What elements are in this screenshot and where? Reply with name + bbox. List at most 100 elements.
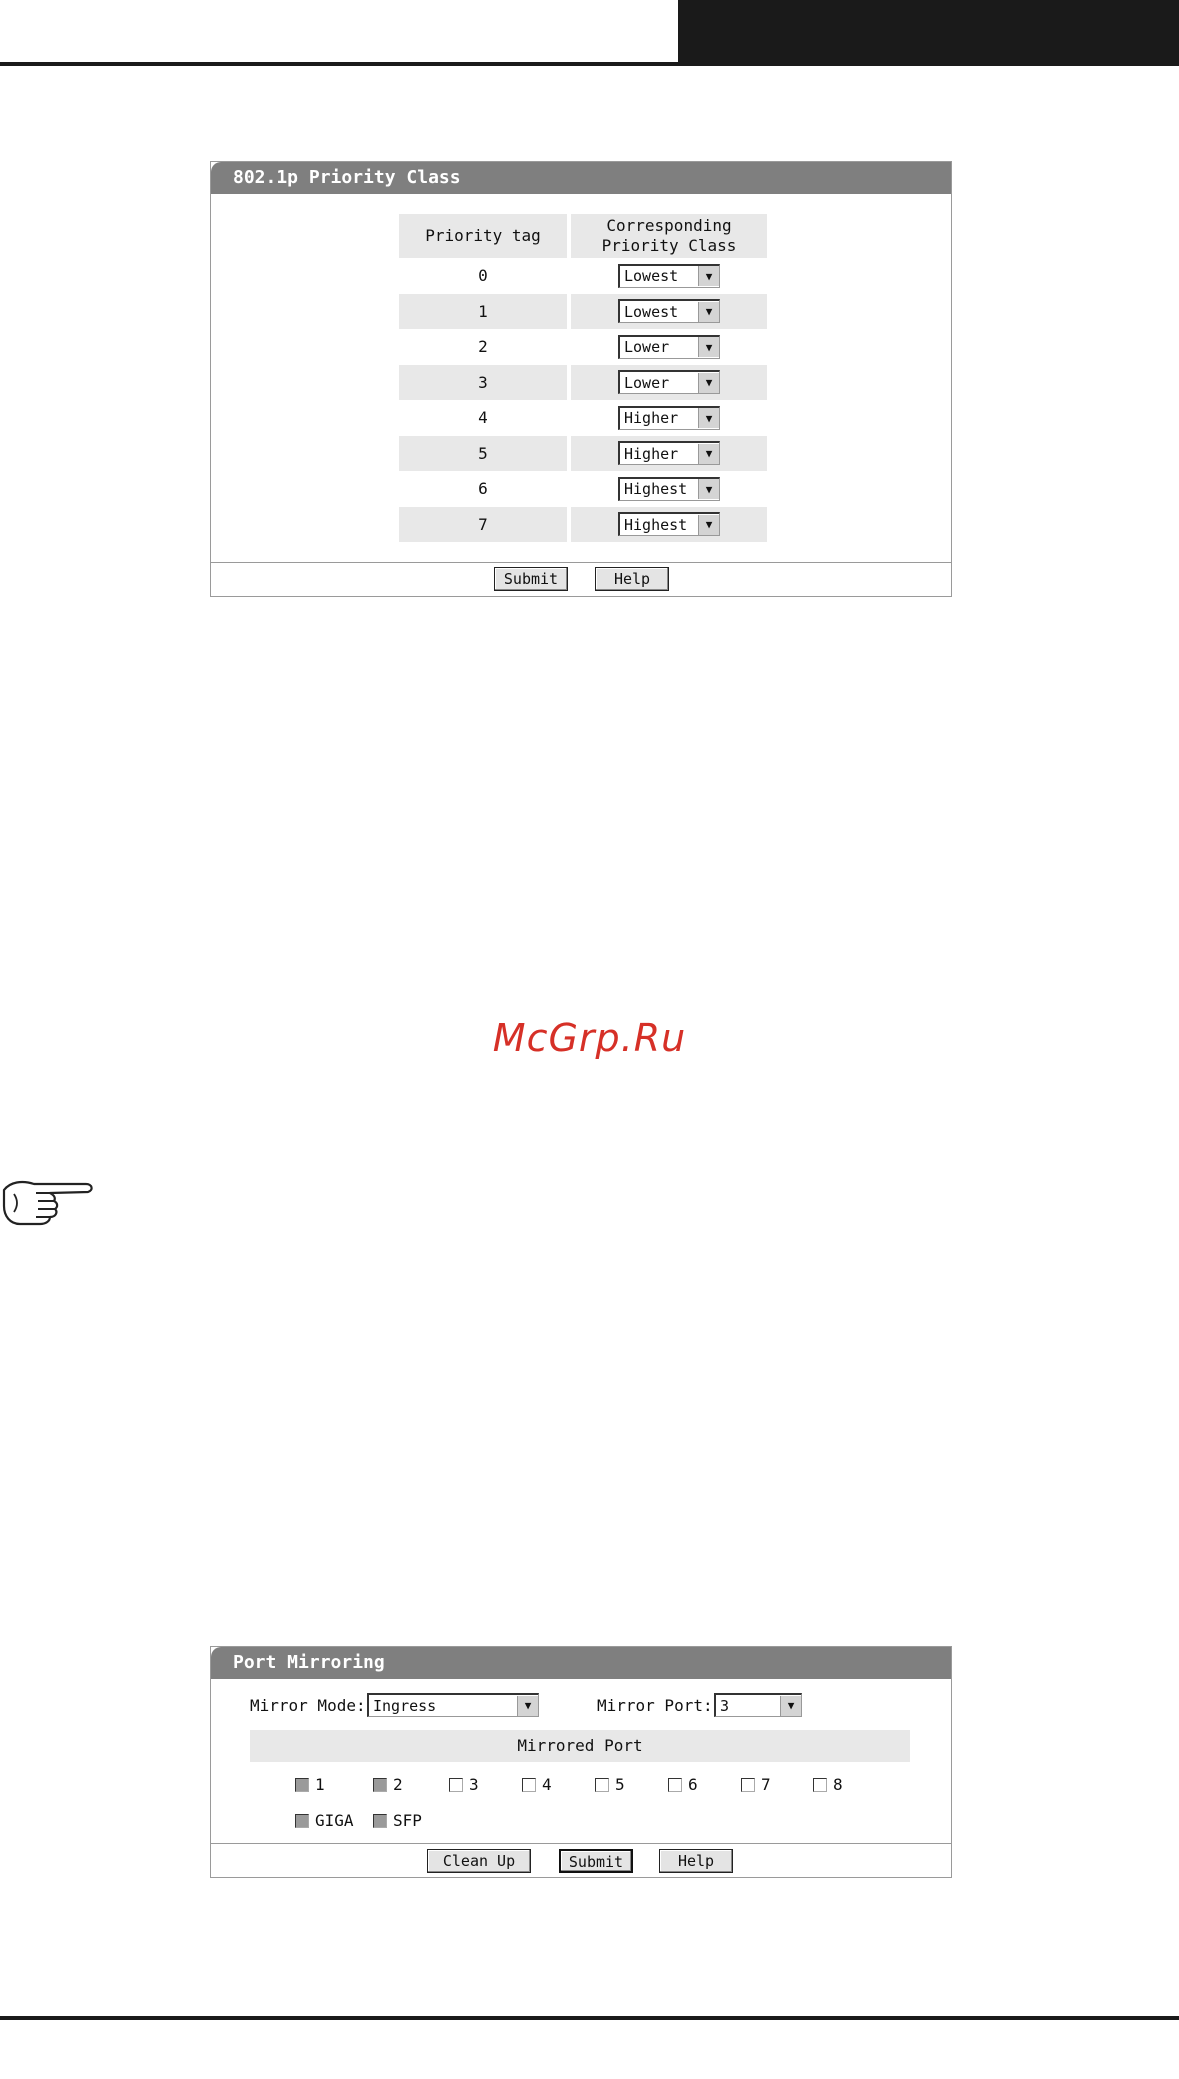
- port-label: 8: [833, 1775, 843, 1794]
- priority-class-cell: Higher ▼: [571, 400, 767, 436]
- priority-table: Priority tag Corresponding Priority Clas…: [399, 214, 767, 542]
- priority-class-select[interactable]: Lower ▼: [618, 370, 720, 395]
- priority-tag: 5: [399, 435, 567, 471]
- mirror-port-select[interactable]: 3 ▼: [714, 1693, 802, 1717]
- priority-class-select[interactable]: Lowest ▼: [618, 299, 720, 324]
- mirrored-port-header: Mirrored Port: [250, 1730, 910, 1762]
- column-header-class-line1: Corresponding: [606, 216, 732, 235]
- chevron-down-icon[interactable]: ▼: [698, 266, 719, 287]
- select-value: Ingress: [373, 1696, 437, 1715]
- chevron-down-icon[interactable]: ▼: [698, 408, 719, 429]
- priority-class-cell: Lower ▼: [571, 329, 767, 365]
- port-checkbox-6[interactable]: 6: [668, 1775, 698, 1794]
- pointing-hand-icon: [0, 1176, 96, 1232]
- table-row: 5 Higher ▼: [399, 435, 767, 471]
- port-checkbox-1[interactable]: 1: [295, 1775, 325, 1794]
- mirror-port-label: Mirror Port:: [597, 1696, 713, 1715]
- checkbox[interactable]: [813, 1777, 827, 1792]
- table-row: 4 Higher ▼: [399, 400, 767, 436]
- table-row: 1 Lowest ▼: [399, 293, 767, 329]
- port-label: 1: [315, 1775, 325, 1794]
- select-value: Lowest: [624, 267, 679, 286]
- port-checkbox-7[interactable]: 7: [741, 1775, 771, 1794]
- chevron-down-icon[interactable]: ▼: [698, 372, 719, 393]
- select-value: Lower: [624, 338, 670, 357]
- chevron-down-icon[interactable]: ▼: [517, 1695, 538, 1716]
- port-checkbox-8[interactable]: 8: [813, 1775, 843, 1794]
- top-rule: [0, 62, 680, 66]
- checkbox[interactable]: [295, 1777, 309, 1792]
- port-label: GIGA: [315, 1811, 354, 1830]
- checkbox[interactable]: [295, 1813, 309, 1828]
- priority-class-cell: Lower ▼: [571, 364, 767, 400]
- priority-class-panel: 802.1p Priority Class Priority tag Corre…: [210, 161, 952, 597]
- table-row: 3 Lower ▼: [399, 364, 767, 400]
- clean-up-button[interactable]: Clean Up: [427, 1849, 531, 1873]
- checkbox[interactable]: [595, 1777, 609, 1792]
- port-label: 4: [542, 1775, 552, 1794]
- priority-class-cell: Highest ▼: [571, 506, 767, 542]
- help-button[interactable]: Help: [659, 1849, 733, 1873]
- chevron-down-icon[interactable]: ▼: [698, 337, 719, 358]
- priority-class-select[interactable]: Highest ▼: [618, 476, 720, 501]
- port-label: 7: [761, 1775, 771, 1794]
- watermark: McGrp.Ru: [492, 1016, 687, 1060]
- port-checkbox-2[interactable]: 2: [373, 1775, 403, 1794]
- submit-button[interactable]: Submit: [494, 567, 568, 591]
- checkbox[interactable]: [373, 1813, 387, 1828]
- priority-tag: 3: [399, 364, 567, 400]
- checkbox[interactable]: [741, 1777, 755, 1792]
- checkbox[interactable]: [668, 1777, 682, 1792]
- help-button[interactable]: Help: [595, 567, 669, 591]
- priority-class-cell: Lowest ▼: [571, 293, 767, 329]
- header-block: [678, 0, 1179, 66]
- checkbox[interactable]: [449, 1777, 463, 1792]
- port-label: 5: [615, 1775, 625, 1794]
- port-checkbox-4[interactable]: 4: [522, 1775, 552, 1794]
- port-mirroring-panel: Port Mirroring Mirror Mode: Ingress ▼ Mi…: [210, 1646, 952, 1878]
- chevron-down-icon[interactable]: ▼: [698, 479, 719, 500]
- priority-tag: 2: [478, 337, 488, 357]
- priority-tag: 0: [478, 266, 488, 286]
- priority-class-cell: Highest ▼: [571, 471, 767, 507]
- column-header-class-line2: Priority Class: [601, 236, 737, 255]
- select-value: Higher: [624, 409, 679, 428]
- port-label: 2: [393, 1775, 403, 1794]
- table-row: 2 Lower ▼: [399, 329, 767, 365]
- chevron-down-icon[interactable]: ▼: [698, 514, 719, 535]
- priority-tag: 6: [478, 479, 488, 499]
- panel-title: Port Mirroring: [211, 1647, 951, 1679]
- chevron-down-icon[interactable]: ▼: [698, 301, 719, 322]
- priority-class-cell: Higher ▼: [571, 435, 767, 471]
- table-header: Priority tag Corresponding Priority Clas…: [399, 214, 767, 258]
- priority-class-select[interactable]: Higher ▼: [618, 441, 720, 466]
- bottom-rule: [0, 2016, 1179, 2020]
- panel-footer: Clean Up Submit Help: [211, 1843, 951, 1877]
- select-value: Higher: [624, 444, 679, 463]
- checkbox[interactable]: [373, 1777, 387, 1792]
- priority-tag: 1: [399, 293, 567, 329]
- column-header-class: Corresponding Priority Class: [571, 214, 767, 258]
- priority-class-select[interactable]: Highest ▼: [618, 512, 720, 537]
- priority-tag: 7: [399, 506, 567, 542]
- submit-button[interactable]: Submit: [559, 1849, 633, 1873]
- column-header-tag: Priority tag: [399, 214, 567, 258]
- mirror-mode-label: Mirror Mode:: [250, 1696, 366, 1715]
- checkbox[interactable]: [522, 1777, 536, 1792]
- chevron-down-icon[interactable]: ▼: [780, 1695, 801, 1716]
- select-value: Lowest: [624, 302, 679, 321]
- select-value: Highest: [624, 480, 688, 499]
- port-checkbox-sfp[interactable]: SFP: [373, 1811, 422, 1830]
- priority-class-select[interactable]: Lower ▼: [618, 334, 720, 359]
- priority-tag: 4: [478, 408, 488, 428]
- port-label: SFP: [393, 1811, 422, 1830]
- panel-title: 802.1p Priority Class: [211, 162, 951, 194]
- port-checkbox-3[interactable]: 3: [449, 1775, 479, 1794]
- priority-class-cell: Lowest ▼: [571, 258, 767, 294]
- mirror-mode-select[interactable]: Ingress ▼: [367, 1693, 539, 1717]
- port-checkbox-5[interactable]: 5: [595, 1775, 625, 1794]
- priority-class-select[interactable]: Lowest ▼: [618, 263, 720, 288]
- priority-class-select[interactable]: Higher ▼: [618, 405, 720, 430]
- chevron-down-icon[interactable]: ▼: [698, 443, 719, 464]
- port-checkbox-giga[interactable]: GIGA: [295, 1811, 354, 1830]
